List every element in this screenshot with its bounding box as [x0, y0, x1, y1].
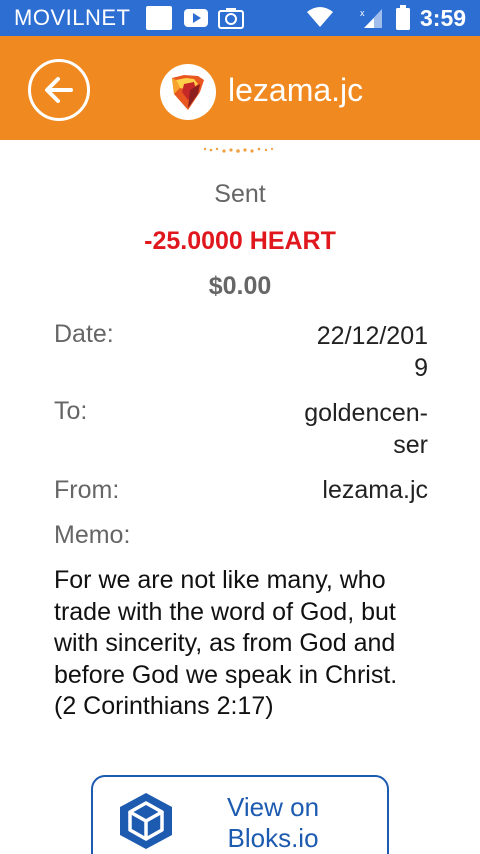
youtube-icon — [184, 9, 208, 32]
status-bar: MOVILNET x 3:59 — [0, 0, 480, 36]
date-value-line1: 22/12/201 — [316, 322, 428, 350]
to-value-line1: goldencen- — [304, 399, 428, 427]
app-bar: lezama.jc — [0, 36, 480, 140]
clock: 3:59 — [420, 5, 467, 31]
signal-icon: x — [360, 6, 384, 35]
from-value: lezama.jc — [322, 476, 428, 504]
back-button[interactable] — [28, 59, 90, 121]
memo-line: trade with the word of God, but — [54, 597, 396, 626]
to-label: To: — [54, 397, 88, 425]
memo-line: For we are not like many, who — [54, 566, 386, 594]
transaction-direction: Sent — [214, 180, 266, 208]
memo-line: before God we speak in Christ. — [54, 660, 398, 689]
view-on-bloks-button[interactable]: View on Bloks.io — [91, 775, 389, 854]
notification-icon — [146, 6, 172, 30]
to-value: goldencen- ser — [304, 397, 428, 461]
memo-text: For we are not like many, who trade with… — [54, 565, 434, 723]
view-on-bloks-label: View on Bloks.io — [227, 792, 319, 854]
transaction-amount: -25.0000 HEART — [144, 227, 336, 255]
bloks-cube-icon — [120, 793, 172, 849]
to-value-line2: ser — [393, 431, 428, 459]
battery-icon — [396, 5, 410, 36]
transaction-fiat-value: $0.00 — [208, 272, 272, 300]
memo-line: (2 Corinthians 2:17) — [54, 692, 274, 720]
view-on-bloks-line1: View on — [227, 792, 320, 822]
memo-label: Memo: — [54, 521, 131, 549]
date-label: Date: — [54, 320, 114, 348]
memo-line: with sincerity, as from God and — [54, 629, 396, 657]
divider-dots — [203, 147, 274, 153]
account-avatar — [160, 64, 216, 120]
camera-icon — [218, 7, 244, 34]
carrier-name: MOVILNET — [14, 5, 131, 30]
svg-text:x: x — [360, 8, 365, 18]
date-value-line2: 9 — [414, 354, 428, 382]
arrow-left-icon — [45, 77, 73, 103]
account-title: lezama.jc — [228, 72, 364, 108]
wifi-icon — [306, 6, 334, 33]
date-value: 22/12/201 9 — [317, 320, 428, 384]
view-on-bloks-line2: Bloks.io — [227, 823, 319, 853]
from-label: From: — [54, 476, 120, 504]
heart-token-logo-icon — [172, 75, 204, 110]
